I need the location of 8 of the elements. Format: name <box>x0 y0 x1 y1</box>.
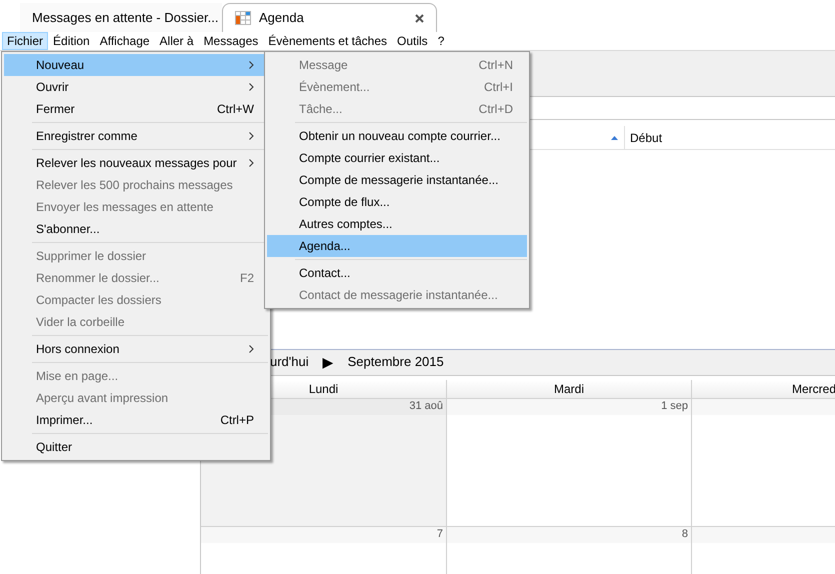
day-number: 8 <box>682 527 688 542</box>
day-number: 1 sep <box>661 399 688 414</box>
weekday-header: Mardi <box>554 380 584 398</box>
weekday-header: Mercred <box>792 380 835 398</box>
day-number: 7 <box>436 527 443 542</box>
weekday-header: Lundi <box>308 380 338 398</box>
month-title: Septembre 2015 <box>348 353 444 372</box>
day-number: 31 aoû <box>409 399 443 414</box>
